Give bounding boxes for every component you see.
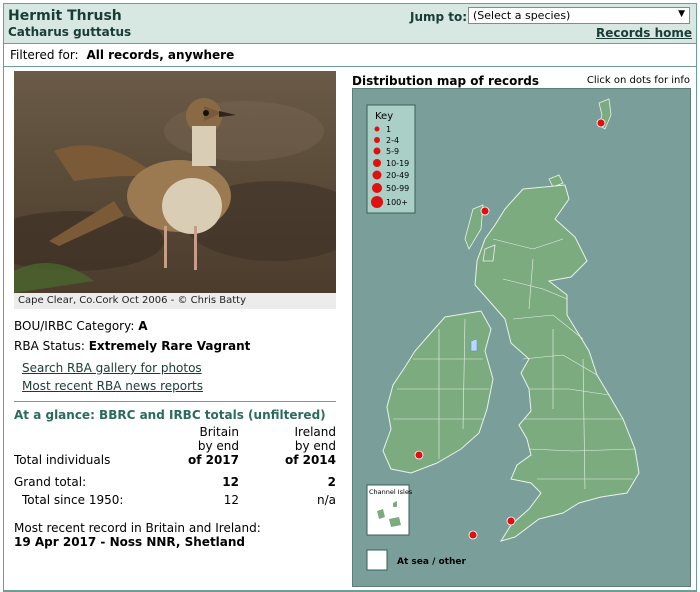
footer-divider: [4, 590, 696, 591]
distribution-map-panel: Distribution map of records Click on dot…: [350, 71, 694, 589]
britain-header: Britain by end of 2017: [174, 425, 239, 467]
records-home-link[interactable]: Records home: [596, 26, 692, 40]
key-title: Key: [375, 111, 393, 122]
totals-table: Total individuals Britain by end of 2017…: [14, 425, 336, 507]
record-dot-scilly[interactable]: [468, 530, 478, 540]
most-recent-value: 19 Apr 2017 - Noss NNR, Shetland: [14, 535, 246, 549]
grand-total-ireland: 2: [327, 475, 336, 489]
key-item-3: 5-9: [386, 147, 399, 156]
since1950-label: Total since 1950:: [22, 493, 124, 507]
status-label: RBA Status:: [14, 339, 85, 353]
species-header: Hermit Thrush Catharus guttatus Jump to:…: [4, 4, 696, 44]
news-link[interactable]: Most recent RBA news reports: [22, 379, 340, 393]
ireland-header-line2: by end: [294, 439, 336, 453]
record-dot-shetland[interactable]: [596, 118, 606, 128]
status-value: Extremely Rare Vagrant: [88, 339, 251, 353]
ireland-header-line3: of 2014: [284, 453, 336, 467]
dropdown-arrow-icon: ▼: [678, 9, 685, 19]
bird-photo: [14, 71, 336, 293]
photo-caption: Cape Clear, Co.Cork Oct 2006 - © Chris B…: [14, 293, 336, 309]
category-label: BOU/IRBC Category:: [14, 319, 135, 333]
filter-label: Filtered for:: [10, 48, 79, 62]
key-item-7: 100+: [386, 198, 408, 207]
map-hint: Click on dots for info: [586, 75, 690, 86]
since1950-ireland: n/a: [316, 493, 336, 507]
species-latin-name: Catharus guttatus: [8, 25, 132, 39]
grand-total-britain: 12: [222, 475, 239, 489]
species-select[interactable]: (Select a species) ▼: [468, 7, 690, 24]
channel-isles-inset: Channel Isles: [366, 484, 413, 536]
species-select-value: (Select a species): [473, 9, 571, 22]
filter-bar: Filtered for: All records, anywhere: [4, 45, 696, 67]
key-item-2: 2-4: [386, 136, 399, 145]
uk-map-svg: Key 1 2-4 5-9 10-19 20-49 50-99 100+ Cha…: [353, 89, 690, 586]
map-title: Distribution map of records: [352, 74, 540, 88]
most-recent-label: Most recent record in Britain and Irelan…: [14, 521, 261, 535]
key-item-1: 1: [386, 125, 391, 134]
filter-value: All records, anywhere: [86, 48, 235, 62]
page-frame: Hermit Thrush Catharus guttatus Jump to:…: [3, 3, 697, 592]
at-sea-label: At sea / other: [397, 557, 466, 567]
britain-header-line2: by end: [197, 439, 239, 453]
glance-title: At a glance: BBRC and IRBC totals (unfil…: [14, 408, 326, 422]
channel-isles-label: Channel Isles: [369, 488, 413, 496]
divider: [14, 401, 336, 402]
jump-to-label: Jump to:: [410, 10, 468, 24]
ireland-header: Ireland by end of 2014: [239, 425, 336, 467]
most-recent-record: Most recent record in Britain and Irelan…: [14, 521, 340, 549]
individuals-label: Total individuals: [14, 453, 111, 467]
gallery-link[interactable]: Search RBA gallery for photos: [22, 361, 340, 375]
key-item-5: 20-49: [386, 171, 409, 180]
britain-header-line1: Britain: [199, 425, 240, 439]
key-item-4: 10-19: [386, 159, 409, 168]
left-column: Cape Clear, Co.Cork Oct 2006 - © Chris B…: [14, 71, 340, 549]
grand-total-label: Grand total:: [14, 475, 87, 489]
category-row: BOU/IRBC Category: A: [14, 319, 340, 333]
category-value: A: [138, 319, 148, 333]
britain-header-line3: of 2017: [187, 453, 239, 467]
ireland-header-line1: Ireland: [294, 425, 336, 439]
record-dot-cork[interactable]: [414, 450, 424, 460]
distribution-map: Key 1 2-4 5-9 10-19 20-49 50-99 100+ Cha…: [352, 88, 691, 587]
since1950-britain: 12: [223, 493, 239, 507]
record-dot-cornwall[interactable]: [506, 516, 516, 526]
map-key: Key 1 2-4 5-9 10-19 20-49 50-99 100+: [366, 104, 416, 214]
status-row: RBA Status: Extremely Rare Vagrant: [14, 339, 340, 353]
key-item-6: 50-99: [386, 184, 409, 193]
record-dot-hebrides[interactable]: [480, 206, 490, 216]
species-name: Hermit Thrush: [8, 8, 122, 24]
